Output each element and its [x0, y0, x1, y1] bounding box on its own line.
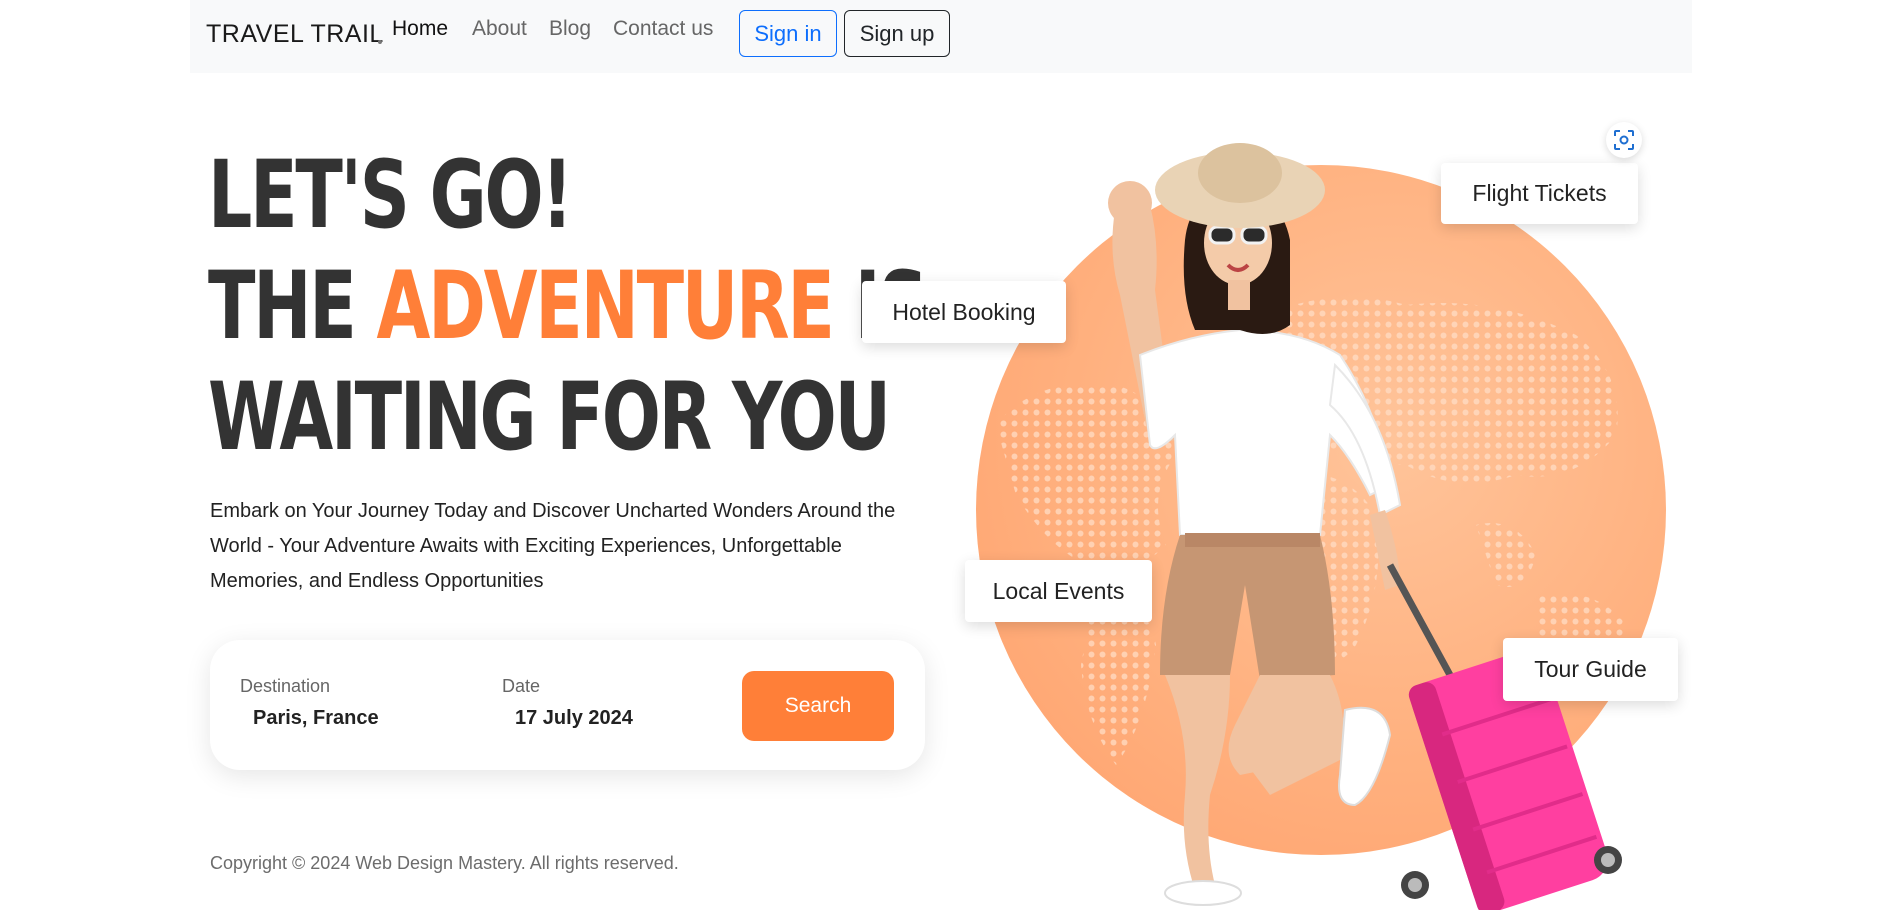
nav-dot: [378, 40, 382, 44]
date-label: Date: [502, 676, 541, 696]
date-input[interactable]: [515, 707, 675, 730]
headline-line-2: THE ADVENTURE IS: [208, 251, 928, 362]
hero-headline: LET'S GO! THE ADVENTURE IS WAITING FOR Y…: [208, 140, 928, 473]
traveler-illustration: [1108, 143, 1622, 910]
sign-in-button[interactable]: Sign in: [739, 10, 837, 57]
hero-subtext: Embark on Your Journey Today and Discove…: [210, 500, 896, 592]
search-button[interactable]: Search: [742, 671, 894, 741]
hotel-booking-tag[interactable]: Hotel Booking: [862, 281, 1066, 343]
headline-line-2-pre: THE: [208, 252, 377, 361]
copyright-text: Copyright © 2024 Web Design Mastery. All…: [210, 853, 679, 873]
headline-accent-word: ADVENTURE: [376, 252, 835, 361]
nav-link-contact[interactable]: Contact us: [613, 17, 713, 41]
focus-scan-icon: [1614, 130, 1634, 150]
nav-link-about[interactable]: About: [472, 17, 527, 41]
nav-link-blog[interactable]: Blog: [549, 17, 591, 41]
focus-scan-button[interactable]: [1606, 122, 1642, 158]
navbar: TRAVEL TRAIL Home About Blog Contact us …: [190, 0, 1692, 73]
headline-line-3: WAITING FOR YOU: [208, 363, 891, 472]
destination-input[interactable]: [253, 707, 413, 730]
brand-logo[interactable]: TRAVEL TRAIL: [206, 20, 384, 49]
nav-link-home[interactable]: Home: [392, 17, 448, 41]
destination-label: Destination: [240, 676, 331, 696]
tour-guide-tag[interactable]: Tour Guide: [1503, 638, 1678, 701]
flight-tickets-tag[interactable]: Flight Tickets: [1441, 163, 1638, 224]
local-events-tag[interactable]: Local Events: [965, 560, 1152, 622]
search-card: Destination Date Search: [210, 640, 925, 770]
sign-up-button[interactable]: Sign up: [844, 10, 950, 57]
headline-line-1: LET'S GO!: [208, 141, 573, 250]
